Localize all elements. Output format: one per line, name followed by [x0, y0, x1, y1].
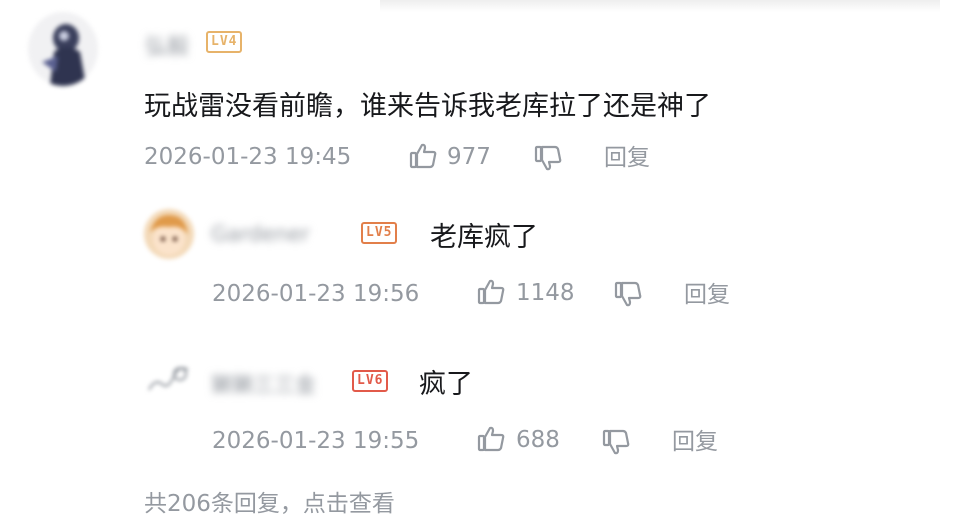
thumbs-up-icon[interactable] [408, 141, 438, 171]
level-badge: LV4 [206, 31, 243, 53]
level-badge: LV6 [352, 370, 389, 392]
reply-button[interactable]: 回复 [684, 280, 730, 310]
username[interactable]: Gardener [211, 222, 310, 246]
timestamp: 2026-01-23 19:45 [144, 144, 352, 170]
thumbs-up-icon[interactable] [476, 277, 506, 307]
thumbs-down-icon[interactable] [613, 279, 643, 309]
thumbs-down-icon[interactable] [601, 427, 631, 457]
timestamp: 2026-01-23 19:55 [212, 428, 420, 454]
like-count: 688 [516, 427, 560, 453]
top-edge-shadow [380, 0, 940, 12]
timestamp: 2026-01-23 19:56 [212, 281, 420, 307]
avatar[interactable] [144, 209, 194, 259]
like-count: 1148 [516, 280, 575, 306]
reply-text: 疯了 [419, 369, 473, 400]
level-badge: LV5 [361, 222, 398, 244]
username[interactable]: 弘毅 [145, 29, 189, 61]
thumbs-down-icon[interactable] [533, 143, 563, 173]
avatar[interactable] [144, 358, 194, 398]
reply-button[interactable]: 回复 [604, 143, 650, 173]
like-count: 977 [447, 144, 491, 170]
username[interactable]: 獭獭三三金 [211, 369, 316, 399]
reply-text: 老库疯了 [430, 222, 538, 253]
reply-button[interactable]: 回复 [672, 427, 718, 457]
comment-text: 玩战雷没看前瞻，谁来告诉我老库拉了还是神了 [144, 91, 711, 122]
view-all-replies-link[interactable]: 共206条回复，点击查看 [144, 489, 395, 519]
thumbs-up-icon[interactable] [476, 424, 506, 454]
avatar[interactable] [28, 12, 98, 86]
